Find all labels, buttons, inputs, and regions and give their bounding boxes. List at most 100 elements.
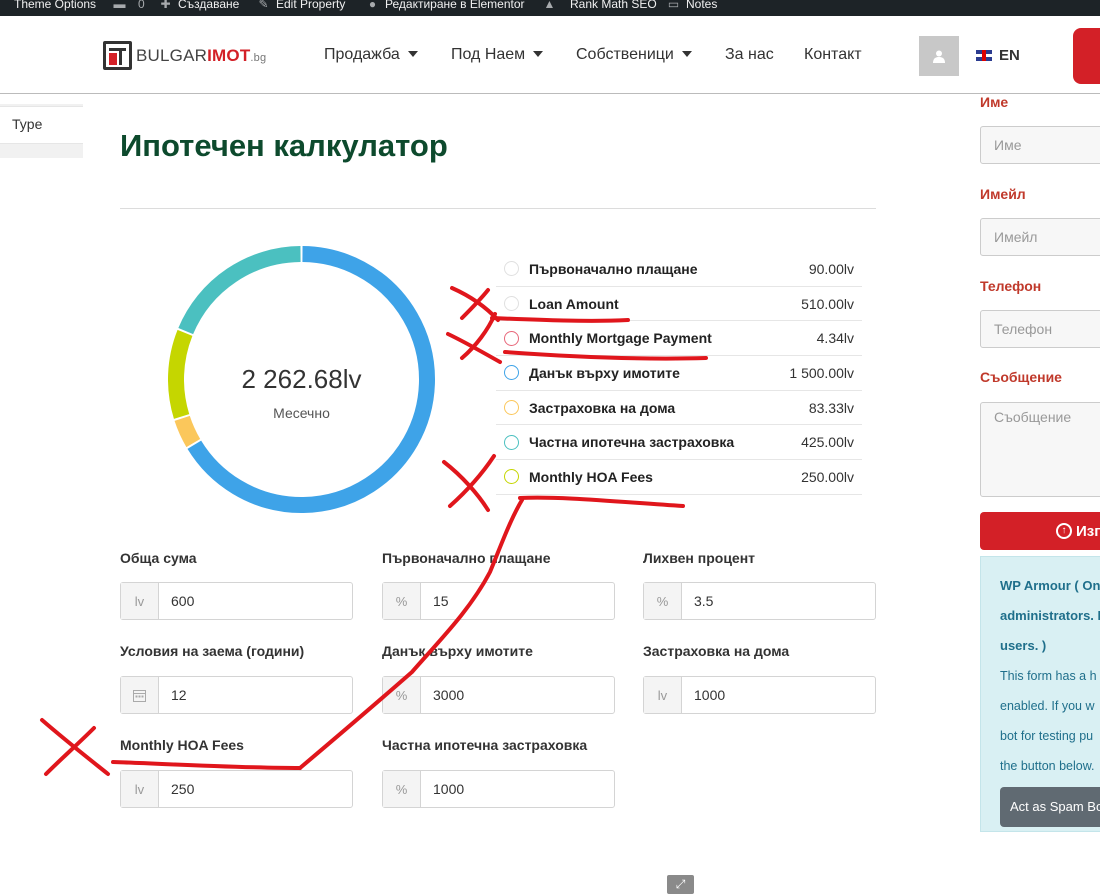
pmi-label: Частна ипотечна застраховка — [382, 737, 588, 753]
admin-bar-edit-property-label: Edit Property — [276, 0, 346, 11]
total-amount-label: Обща сума — [120, 550, 197, 566]
monthly-total-label: Месечно — [273, 405, 330, 421]
breakdown-label: Първоначално плащане — [529, 260, 698, 277]
armour-line-2: administrators. H — [1000, 608, 1100, 623]
breakdown-label: Застраховка на дома — [529, 399, 676, 416]
annotation-underline — [518, 495, 685, 508]
loan-term-label: Условия на заема (години) — [120, 643, 305, 659]
comment-icon: ▬ — [113, 0, 126, 11]
interest-rate-input[interactable]: 3.5 — [682, 583, 713, 619]
percent-addon: % — [644, 583, 682, 619]
loan-term-input[interactable]: 12 — [159, 677, 187, 713]
loan-term-field[interactable]: 12 — [120, 676, 353, 714]
contact-message-textarea[interactable]: Съобщение — [980, 402, 1100, 497]
annotation-x-mark — [448, 454, 496, 508]
armour-line-7: the button below. — [1000, 759, 1095, 773]
total-amount-field[interactable]: lv 600 — [120, 582, 353, 620]
legend-dot-icon — [504, 330, 519, 346]
filter-type-item[interactable]: Type — [0, 106, 83, 144]
down-payment-field[interactable]: % 15 — [382, 582, 615, 620]
chevron-down-icon — [681, 51, 692, 57]
property-tax-input[interactable]: 3000 — [421, 677, 464, 713]
breakdown-value: 90.00lv — [808, 260, 854, 277]
home-insurance-field[interactable]: lv 1000 — [643, 676, 876, 714]
act-as-spam-bot-button[interactable]: Act as Spam Bo — [1000, 787, 1100, 827]
admin-bar-theme-options-label: Theme Options — [14, 0, 97, 11]
contact-submit-button[interactable]: ↑ Изп — [980, 512, 1100, 550]
currency-addon: lv — [121, 771, 159, 807]
notes-icon: ▭ — [667, 0, 680, 11]
language-label: EN — [999, 47, 1020, 64]
interest-rate-field[interactable]: % 3.5 — [643, 582, 876, 620]
annotation-x-mark — [460, 312, 497, 360]
home-insurance-label: Застраховка на дома — [643, 643, 790, 659]
admin-bar-comment-count: 0 — [138, 0, 145, 11]
percent-addon: % — [383, 677, 421, 713]
breakdown-value: 250.00lv — [801, 468, 854, 485]
annotation-x-mark — [442, 460, 490, 512]
contact-email-input[interactable]: Имейл — [980, 218, 1100, 256]
pmi-input[interactable]: 1000 — [421, 771, 464, 807]
nav-item-rent[interactable]: Под Наем — [451, 46, 544, 64]
legend-dot-icon — [504, 469, 519, 485]
admin-bar-elementor[interactable]: ● Редактиране в Elementor — [366, 0, 525, 11]
admin-bar-notes[interactable]: ▭ Notes — [667, 0, 718, 11]
language-switcher[interactable]: EN — [976, 47, 1020, 64]
nav-item-contact[interactable]: Контакт — [804, 46, 862, 64]
site-logo[interactable]: BULGARIMOT.bg — [103, 41, 266, 70]
arrow-up-circle-icon: ↑ — [1056, 523, 1072, 539]
monthly-total-value: 2 262.68lv — [241, 364, 362, 394]
nav-item-sale[interactable]: Продажба — [324, 46, 418, 64]
currency-addon: lv — [121, 583, 159, 619]
payment-breakdown-list: Първоначално плащане 90.00lv Loan Amount… — [496, 252, 862, 495]
user-icon — [933, 50, 945, 63]
annotation-x-mark — [40, 718, 110, 776]
breakdown-label: Monthly Mortgage Payment — [529, 330, 712, 347]
breakdown-value: 83.33lv — [808, 399, 854, 416]
chevron-down-icon — [533, 51, 544, 57]
nav-item-about[interactable]: За нас — [725, 46, 774, 64]
currency-addon: lv — [644, 677, 682, 713]
legend-dot-icon — [504, 400, 519, 416]
percent-addon: % — [383, 771, 421, 807]
percent-addon: % — [383, 583, 421, 619]
breakdown-row-property-tax: Данък върху имотите 1 500.00lv — [496, 356, 862, 391]
down-payment-label: Първоначално плащане — [382, 550, 551, 566]
site-header: BULGARIMOT.bg Продажба Под Наем Собствен… — [0, 16, 1100, 94]
nav-item-owners[interactable]: Собственици — [576, 46, 692, 64]
calendar-icon — [133, 689, 146, 702]
down-payment-input[interactable]: 15 — [421, 583, 449, 619]
admin-bar-rank-math[interactable]: ▲ Rank Math SEO — [543, 0, 657, 11]
legend-dot-icon — [504, 296, 519, 312]
logo-mark-icon — [103, 41, 132, 70]
armour-line-1: WP Armour ( Onl — [1000, 578, 1100, 593]
nav-item-owners-label: Собственици — [576, 46, 674, 63]
property-tax-field[interactable]: % 3000 — [382, 676, 615, 714]
armour-line-5: enabled. If you w — [1000, 699, 1095, 713]
annotation-x-mark — [450, 286, 500, 322]
contact-message-label: Съобщение — [980, 369, 1062, 385]
pmi-field[interactable]: % 1000 — [382, 770, 615, 808]
hoa-fees-input[interactable]: 250 — [159, 771, 194, 807]
donut-segment — [178, 246, 301, 335]
page-title: Ипотечен калкулатор — [120, 128, 448, 163]
expand-icon[interactable]: ⤢ — [667, 875, 694, 894]
admin-bar-theme-options[interactable]: Theme Options — [0, 0, 96, 11]
nav-item-contact-label: Контакт — [804, 46, 862, 63]
hoa-fees-field[interactable]: lv 250 — [120, 770, 353, 808]
legend-dot-icon — [504, 434, 519, 450]
home-insurance-input[interactable]: 1000 — [682, 677, 725, 713]
contact-phone-input[interactable]: Телефон — [980, 310, 1100, 348]
admin-bar-edit-property[interactable]: ✎ Edit Property — [257, 0, 345, 11]
annotation-connector — [298, 498, 524, 770]
breakdown-label: Частна ипотечна застраховка — [529, 434, 735, 451]
admin-bar-comments[interactable]: ▬ 0 — [113, 0, 145, 11]
user-login-button[interactable] — [919, 36, 959, 76]
phone-button[interactable] — [1073, 28, 1100, 84]
breakdown-row-hoa-fees: Monthly HOA Fees 250.00lv — [496, 460, 862, 495]
admin-bar-new[interactable]: ✚ Създаване — [159, 0, 239, 11]
contact-name-input[interactable]: Име — [980, 126, 1100, 164]
total-amount-input[interactable]: 600 — [159, 583, 194, 619]
elementor-icon: ● — [368, 0, 377, 11]
breakdown-label: Monthly HOA Fees — [529, 468, 653, 485]
